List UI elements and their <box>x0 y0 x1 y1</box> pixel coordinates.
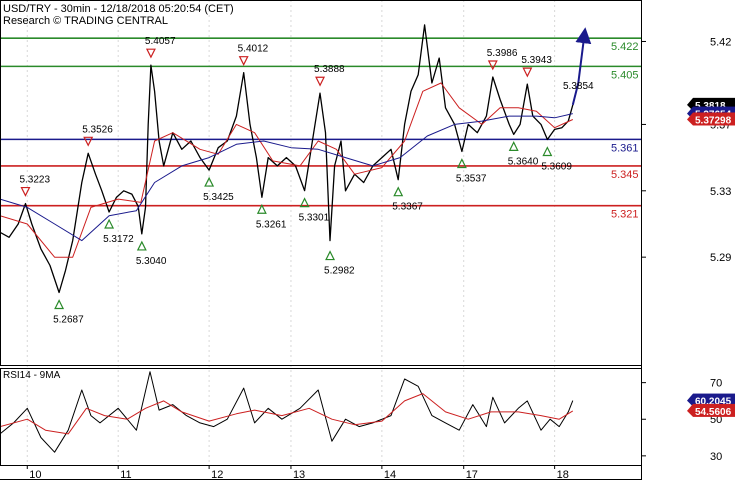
high-annotation-label: 5.3223 <box>19 175 50 186</box>
x-day-label: 10 <box>29 469 41 480</box>
low-annotation-label: 5.2982 <box>324 266 355 277</box>
low-annotation-label: 5.3040 <box>136 256 167 267</box>
low-annotation-label: 5.3172 <box>103 234 134 245</box>
x-day-label: 13 <box>293 469 305 480</box>
x-day-label: 14 <box>384 469 396 480</box>
low-annotation-label: 5.2687 <box>53 314 84 325</box>
low-annotation-label: 5.3425 <box>203 192 234 203</box>
low-annotation-label: 5.3537 <box>456 173 487 184</box>
high-annotation-label: 5.3943 <box>521 55 552 66</box>
high-annotation-label: 5.3888 <box>314 64 345 75</box>
rsi-tag-2-label: 54.5606 <box>695 407 732 418</box>
low-annotation-label: 5.3367 <box>392 202 423 213</box>
level-label: 5.361 <box>611 142 639 154</box>
x-day-label: 18 <box>557 469 569 480</box>
high-annotation-label: 5.4057 <box>145 36 176 47</box>
rsi-y-tick-label: 70 <box>710 378 722 390</box>
price-y-tick-label: 5.33 <box>710 186 731 198</box>
x-day-label: 11 <box>120 469 131 480</box>
chart-area: 5.422 5.405 5.361 5.345 5.321 5.3223 5.3526 5.… <box>0 0 735 481</box>
chart-svg: 5.422 5.405 5.361 5.345 5.321 5.3223 5.3526 5.… <box>0 0 735 481</box>
x-day-label: 17 <box>466 469 478 480</box>
x-day-label: 12 <box>211 469 223 480</box>
level-label: 5.345 <box>611 169 639 181</box>
rsi-title: RSI14 - 9MA <box>3 370 61 381</box>
low-annotation-label: 5.3301 <box>299 213 330 224</box>
rsi-y-tick-label: 30 <box>710 451 722 463</box>
price-y-tick-label: 5.29 <box>710 252 731 264</box>
level-label: 5.321 <box>611 209 639 221</box>
high-annotation-label: 5.3986 <box>487 48 518 59</box>
level-label: 5.422 <box>611 41 639 53</box>
level-label: 5.405 <box>611 69 639 81</box>
high-annotation-label: 5.4012 <box>238 44 269 55</box>
price-y-tick-label: 5.42 <box>710 36 731 48</box>
low-annotation-label: 5.3261 <box>256 219 287 230</box>
high-annotation-label: 5.3526 <box>82 124 113 135</box>
price-annotation-label: 5.3854 <box>563 81 594 92</box>
price-tag-3-label: 5.37298 <box>695 115 732 126</box>
chart-title: USD/TRY - 30min - 12/18/2018 05:20:54 (C… <box>3 3 234 15</box>
chart-source: Research © TRADING CENTRAL <box>3 15 168 27</box>
low-annotation-label: 5.3609 <box>541 162 572 173</box>
low-annotation-label: 5.3640 <box>508 156 539 167</box>
